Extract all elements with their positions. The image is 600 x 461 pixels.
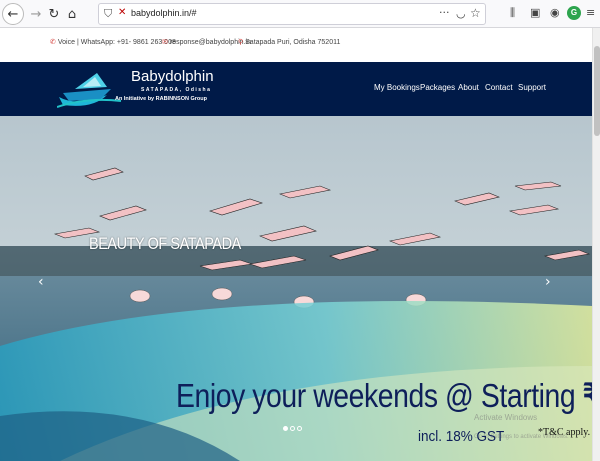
brand-tagline: An Initiative by RABINNSON Group [115, 96, 207, 102]
boat-logo-icon [57, 73, 122, 108]
contact-address: ⚲ Satapada Puri, Odisha 752011 [238, 38, 340, 46]
hero-caption: BEAUTY OF SATAPADA [89, 234, 241, 253]
promo-headline: Enjoy your weekends @ Starting ₹1700 [176, 376, 592, 415]
pocket-icon[interactable]: ◡ [456, 7, 466, 20]
slider-dot-1[interactable] [283, 426, 288, 431]
page-scrollbar[interactable] [592, 28, 600, 461]
library-icon[interactable]: ⫼ [510, 6, 515, 20]
home-icon[interactable]: ⌂ [62, 4, 82, 24]
nav-my-bookings[interactable]: My Bookings [374, 83, 420, 92]
promo-prefix: Enjoy your weekends @ Starting [176, 377, 583, 414]
activate-windows-watermark: Activate Windows [474, 413, 538, 422]
scrollbar-thumb[interactable] [594, 46, 600, 136]
nav-support[interactable]: Support [518, 83, 546, 92]
envelope-icon: ✉ [162, 38, 168, 46]
overflow-dots-icon[interactable]: ··· [439, 6, 450, 19]
nav-about[interactable]: About [458, 83, 479, 92]
nav-packages[interactable]: Packages [420, 83, 455, 92]
address-text: Satapada Puri, Odisha 752011 [245, 39, 341, 46]
web-page: ✆ Voice | WhatsApp: +91- 9861 263 008 ✉ re… [0, 28, 592, 461]
next-arrow-icon[interactable]: › [545, 274, 551, 290]
address-bar[interactable]: ⛉ ✕ babydolphin.in/# ··· ◡ ☆ [98, 3, 486, 25]
map-pin-icon: ⚲ [238, 38, 244, 46]
promo-gst: incl. 18% GST [418, 428, 505, 445]
phone-text[interactable]: Voice | WhatsApp: +91- 9861 263 008 [58, 39, 176, 46]
hero-slider: BEAUTY OF SATAPADA ‹ › Enjoy your weeken… [0, 116, 592, 461]
nav-contact[interactable]: Contact [485, 83, 513, 92]
logo[interactable]: Babydolphin SATAPADA, Odisha An Initiati… [55, 64, 225, 114]
promo-price: ₹1700 [583, 377, 592, 414]
back-arrow-icon[interactable]: ← [2, 3, 24, 25]
hamburger-menu-icon[interactable]: ≡ [586, 6, 595, 19]
phone-icon: ✆ [50, 38, 56, 46]
insecure-lock-icon[interactable]: ✕ [118, 7, 126, 18]
brand-subtitle: SATAPADA, Odisha [141, 87, 212, 93]
sidebar-icon[interactable]: ▣ [530, 6, 540, 19]
browser-toolbar: ← → ↻ ⌂ ⛉ ✕ babydolphin.in/# ··· ◡ ☆ ⫼ ▣… [0, 0, 600, 28]
shield-icon[interactable]: ⛉ [104, 7, 112, 21]
site-navbar: Babydolphin SATAPADA, Odisha An Initiati… [0, 62, 592, 116]
contact-strip: ✆ Voice | WhatsApp: +91- 9861 263 008 ✉ re… [0, 28, 592, 62]
brand-name[interactable]: Babydolphin [131, 68, 214, 85]
prev-arrow-icon[interactable]: ‹ [38, 274, 44, 290]
slider-dot-2[interactable] [290, 426, 295, 431]
contact-phone[interactable]: ✆ Voice | WhatsApp: +91- 9861 263 008 [50, 38, 176, 46]
slider-dot-3[interactable] [297, 426, 302, 431]
star-icon[interactable]: ☆ [470, 6, 481, 20]
extension-icon[interactable]: G [567, 6, 581, 20]
forward-arrow-icon[interactable]: → [26, 4, 46, 24]
promo-tc: *T&C apply. [538, 427, 591, 438]
account-icon[interactable]: ◉ [550, 6, 560, 19]
url-text[interactable]: babydolphin.in/# [131, 8, 197, 18]
reload-icon[interactable]: ↻ [44, 4, 64, 24]
